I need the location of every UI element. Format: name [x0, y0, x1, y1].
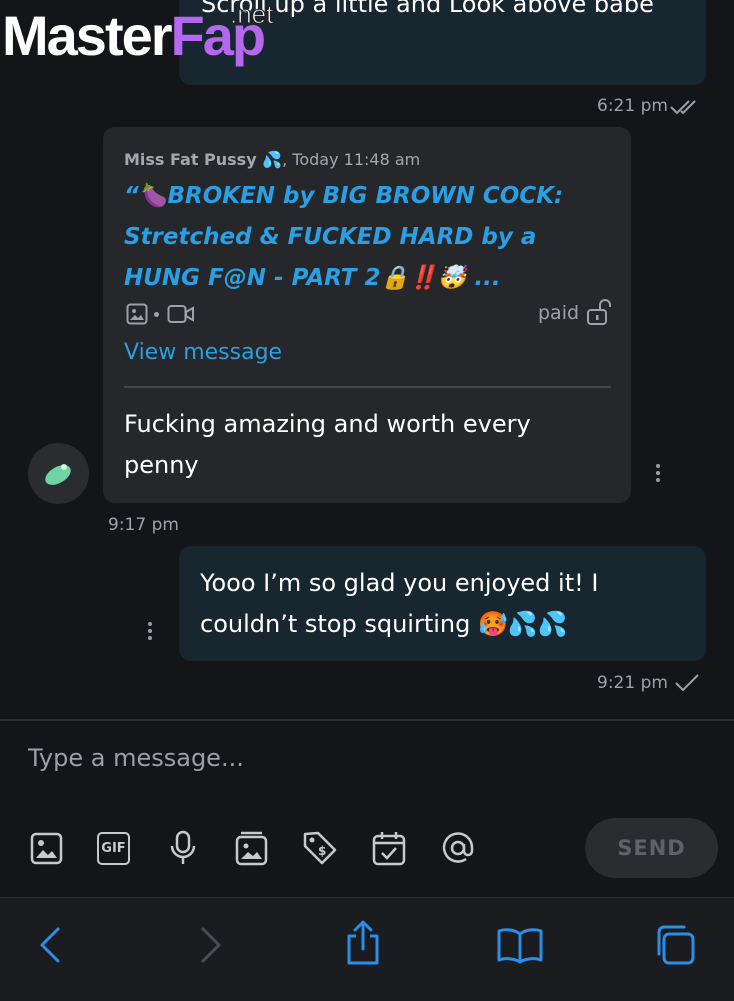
paid-label: paid [538, 302, 580, 324]
message-time-outgoing: 9:21 pm [597, 673, 668, 693]
video-type-icon [167, 305, 194, 323]
quoted-message-text: “🍆BROKEN by BIG BROWN COCK: Stretched & … [124, 183, 564, 291]
message-input[interactable]: Type a message... [28, 744, 708, 784]
svg-text:$: $ [318, 844, 326, 858]
bookmarks-icon[interactable] [496, 926, 544, 964]
quote-time: , Today 11:48 am [282, 150, 421, 169]
microphone-icon[interactable] [168, 830, 198, 866]
double-check-icon [670, 100, 696, 115]
quote-author-name: Miss Fat Pussy 💦 [124, 150, 283, 169]
media-separator-dot [154, 312, 159, 317]
gif-icon-label: GIF [101, 841, 126, 856]
back-icon[interactable] [38, 926, 62, 964]
quote-author: Miss Fat Pussy 💦, Today 11:48 am [124, 150, 420, 169]
gif-icon[interactable]: GIF [97, 832, 130, 865]
forward-icon[interactable] [199, 926, 223, 964]
calendar-icon[interactable] [372, 830, 406, 866]
quote-divider [124, 386, 611, 388]
outgoing-message-options-icon[interactable] [147, 622, 153, 640]
vault-icon[interactable] [235, 830, 268, 866]
message-time-incoming: 9:17 pm [108, 515, 179, 535]
incoming-message-text: Fucking amazing and worth every penny [124, 410, 531, 479]
incoming-message-options-icon[interactable] [655, 464, 661, 482]
browser-toolbar [0, 897, 734, 1001]
share-icon[interactable] [344, 920, 382, 966]
check-icon [675, 674, 699, 692]
send-button[interactable]: SEND [585, 818, 718, 878]
avatar[interactable] [28, 443, 89, 504]
image-icon[interactable] [30, 832, 63, 865]
price-tag-icon[interactable]: $ [302, 830, 338, 866]
message-time-previous: 6:21 pm [597, 96, 668, 116]
composer-divider [0, 719, 734, 721]
image-type-icon [126, 303, 148, 325]
mention-icon[interactable] [440, 830, 476, 866]
tabs-icon[interactable] [654, 924, 696, 966]
unlocked-icon [587, 299, 611, 325]
outgoing-message-text: Yooo I’m so glad you enjoyed it! I could… [200, 569, 599, 638]
watermark-logo: MasterFap .net [2, 0, 274, 67]
view-message-link[interactable]: View message [124, 340, 282, 365]
avatar-image [45, 464, 71, 485]
